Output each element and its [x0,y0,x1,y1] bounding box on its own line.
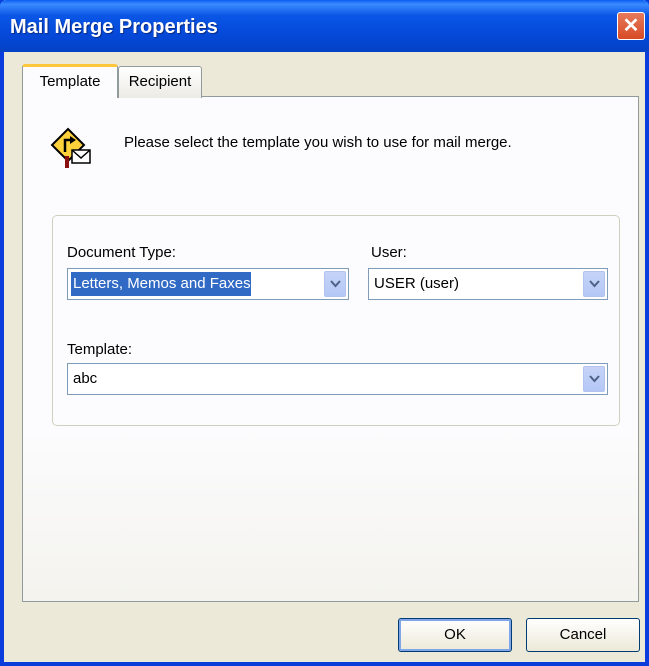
template-value: abc [73,370,98,387]
title-bar[interactable]: Mail Merge Properties ✕ [0,0,649,52]
user-value: USER (user) [374,275,460,292]
chevron-down-icon[interactable] [583,366,605,392]
document-type-label: Document Type: [67,244,176,261]
window-title: Mail Merge Properties [10,16,218,38]
chevron-down-icon[interactable] [583,271,605,297]
document-type-dropdown[interactable]: Letters, Memos and Faxes [67,268,349,300]
template-label: Template: [67,341,133,358]
close-icon: ✕ [622,15,640,37]
template-dropdown[interactable]: abc [67,363,608,395]
cancel-button[interactable]: Cancel [526,618,640,652]
tab-recipient[interactable]: Recipient [118,66,202,98]
mail-merge-route-icon [50,127,91,168]
chevron-down-icon[interactable] [324,271,346,297]
tab-template[interactable]: Template [22,64,118,98]
user-dropdown[interactable]: USER (user) [368,268,608,300]
document-type-value: Letters, Memos and Faxes [71,272,251,296]
user-label: User: [371,244,407,261]
close-button[interactable]: ✕ [617,12,645,40]
ok-button[interactable]: OK [398,618,512,652]
intro-text: Please select the template you wish to u… [124,134,512,151]
